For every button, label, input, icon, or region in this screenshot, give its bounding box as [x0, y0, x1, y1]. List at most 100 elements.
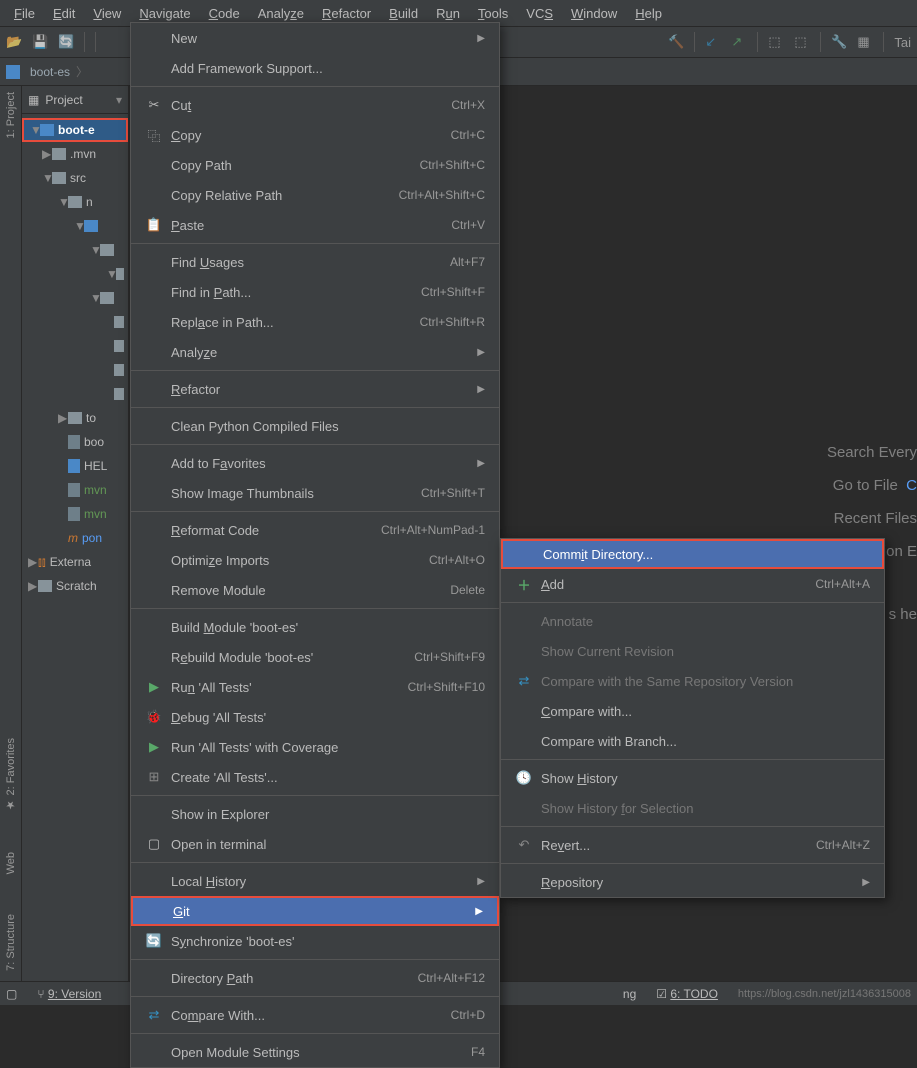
- tree-scratches[interactable]: ▶Scratch: [22, 574, 128, 598]
- menu-code[interactable]: Code: [201, 3, 248, 24]
- rail-project[interactable]: 1: Project: [5, 92, 17, 138]
- tree-file[interactable]: boo: [22, 430, 128, 454]
- menu-tools[interactable]: Tools: [470, 3, 516, 24]
- submenu-compare-branch[interactable]: Compare with Branch...: [501, 726, 884, 756]
- submenu-revert[interactable]: ↶Revert...Ctrl+Alt+Z: [501, 830, 884, 860]
- tree-folder[interactable]: [22, 382, 128, 406]
- menu-directory-path[interactable]: Directory PathCtrl+Alt+F12: [131, 963, 499, 993]
- menu-git[interactable]: Git▶: [131, 896, 499, 926]
- menu-analyze[interactable]: Analyze▶: [131, 337, 499, 367]
- tree-folder[interactable]: ▼n: [22, 190, 128, 214]
- menu-remove-module[interactable]: Remove ModuleDelete: [131, 575, 499, 605]
- tool-icon[interactable]: ⬚: [768, 34, 784, 50]
- menu-optimize-imports[interactable]: Optimize ImportsCtrl+Alt+O: [131, 545, 499, 575]
- menu-separator: [131, 86, 499, 87]
- menu-help[interactable]: Help: [627, 3, 670, 24]
- menu-open-terminal[interactable]: ▢Open in terminal: [131, 829, 499, 859]
- menu-copy-relative-path[interactable]: Copy Relative PathCtrl+Alt+Shift+C: [131, 180, 499, 210]
- tree-folder[interactable]: ▼: [22, 286, 128, 310]
- status-todo[interactable]: ☑ 6: TODO: [656, 987, 718, 1001]
- menu-debug-all-tests[interactable]: 🐞Debug 'All Tests': [131, 702, 499, 732]
- tool-icon[interactable]: ⬚: [794, 34, 810, 50]
- tree-folder[interactable]: ▶to: [22, 406, 128, 430]
- submenu-repository[interactable]: Repository▶: [501, 867, 884, 897]
- tree-folder[interactable]: ▼: [22, 238, 128, 262]
- menu-open-module-settings[interactable]: Open Module SettingsF4: [131, 1037, 499, 1067]
- tree-root[interactable]: ▼boot-e: [22, 118, 128, 142]
- open-icon[interactable]: 📂: [6, 34, 22, 50]
- breadcrumb-root[interactable]: boot-es: [30, 65, 70, 79]
- tree-file[interactable]: mvn: [22, 502, 128, 526]
- menu-add-framework[interactable]: Add Framework Support...: [131, 53, 499, 83]
- menu-create-tests[interactable]: ⊞Create 'All Tests'...: [131, 762, 499, 792]
- rail-favorites[interactable]: ★ 2: Favorites: [4, 738, 17, 812]
- menu-new[interactable]: New▶: [131, 23, 499, 53]
- submenu-commit-directory[interactable]: Commit Directory...: [501, 539, 884, 569]
- project-tree[interactable]: ▼boot-e ▶.mvn ▼src ▼n ▼ ▼ ▼ ▼ ▶to boo HE…: [22, 114, 128, 602]
- settings-icon[interactable]: 🔧: [831, 34, 847, 50]
- sync-icon[interactable]: 🔄: [58, 34, 74, 50]
- menu-navigate[interactable]: Navigate: [131, 3, 198, 24]
- menu-copy-path[interactable]: Copy PathCtrl+Shift+C: [131, 150, 499, 180]
- menu-file[interactable]: File: [6, 3, 43, 24]
- menu-local-history[interactable]: Local History▶: [131, 866, 499, 896]
- tree-file[interactable]: HEL: [22, 454, 128, 478]
- submenu-compare-with[interactable]: Compare with...: [501, 696, 884, 726]
- menu-refactor[interactable]: Refactor: [314, 3, 379, 24]
- statusbar-square-icon[interactable]: ▢: [6, 987, 17, 1001]
- project-panel-header[interactable]: ▦ Project ▾: [22, 86, 128, 114]
- menu-synchronize[interactable]: 🔄Synchronize 'boot-es': [131, 926, 499, 956]
- structure-icon[interactable]: ▦: [857, 34, 873, 50]
- menu-vcs[interactable]: VCS: [518, 3, 561, 24]
- menu-window[interactable]: Window: [563, 3, 625, 24]
- menu-refactor[interactable]: Refactor▶: [131, 374, 499, 404]
- submenu-add[interactable]: ＋AddCtrl+Alt+A: [501, 569, 884, 599]
- rail-structure[interactable]: 7: Structure: [5, 914, 17, 971]
- status-running[interactable]: ng: [623, 987, 636, 1001]
- menu-clean-python[interactable]: Clean Python Compiled Files: [131, 411, 499, 441]
- menu-paste[interactable]: 📋PasteCtrl+V: [131, 210, 499, 240]
- menu-separator: [501, 826, 884, 827]
- git-submenu[interactable]: Commit Directory... ＋AddCtrl+Alt+A Annot…: [500, 538, 885, 898]
- menu-show-explorer[interactable]: Show in Explorer: [131, 799, 499, 829]
- rail-web[interactable]: Web: [5, 852, 17, 874]
- context-menu[interactable]: New▶ Add Framework Support... ✂CutCtrl+X…: [130, 22, 500, 1068]
- menu-analyze[interactable]: Analyze: [250, 3, 312, 24]
- submenu-show-history[interactable]: 🕓Show History: [501, 763, 884, 793]
- status-version[interactable]: ⑂ 9: Version: [37, 987, 101, 1001]
- menu-thumbnails[interactable]: Show Image ThumbnailsCtrl+Shift+T: [131, 478, 499, 508]
- menu-edit[interactable]: Edit: [45, 3, 83, 24]
- create-icon: ⊞: [145, 769, 163, 785]
- tree-folder[interactable]: ▶.mvn: [22, 142, 128, 166]
- tree-folder[interactable]: [22, 358, 128, 382]
- tree-folder[interactable]: ▼src: [22, 166, 128, 190]
- vcs-update-icon[interactable]: ↙: [705, 34, 721, 50]
- menu-find-in-path[interactable]: Find in Path...Ctrl+Shift+F: [131, 277, 499, 307]
- menu-find-usages[interactable]: Find UsagesAlt+F7: [131, 247, 499, 277]
- build-icon[interactable]: 🔨: [668, 34, 684, 50]
- menu-replace-in-path[interactable]: Replace in Path...Ctrl+Shift+R: [131, 307, 499, 337]
- menu-build-module[interactable]: Build Module 'boot-es': [131, 612, 499, 642]
- vcs-commit-icon[interactable]: ↗: [731, 34, 747, 50]
- menu-run-all-tests[interactable]: ▶Run 'All Tests'Ctrl+Shift+F10: [131, 672, 499, 702]
- menu-run[interactable]: Run: [428, 3, 468, 24]
- menu-build[interactable]: Build: [381, 3, 426, 24]
- toolbar-text[interactable]: Tai: [894, 35, 911, 50]
- dropdown-icon[interactable]: ▾: [116, 93, 122, 107]
- menu-view[interactable]: View: [85, 3, 129, 24]
- menu-separator: [131, 511, 499, 512]
- menu-reformat[interactable]: Reformat CodeCtrl+Alt+NumPad-1: [131, 515, 499, 545]
- tree-file[interactable]: mvn: [22, 478, 128, 502]
- tree-folder[interactable]: [22, 334, 128, 358]
- menu-add-favorites[interactable]: Add to Favorites▶: [131, 448, 499, 478]
- menu-rebuild-module[interactable]: Rebuild Module 'boot-es'Ctrl+Shift+F9: [131, 642, 499, 672]
- menu-copy[interactable]: ⿻CopyCtrl+C: [131, 120, 499, 150]
- menu-cut[interactable]: ✂CutCtrl+X: [131, 90, 499, 120]
- save-icon[interactable]: 💾: [32, 34, 48, 50]
- tree-file[interactable]: mpon: [22, 526, 128, 550]
- tree-external[interactable]: ▶⫾⫾Externa: [22, 550, 128, 574]
- tree-folder[interactable]: ▼: [22, 262, 128, 286]
- tree-folder[interactable]: ▼: [22, 214, 128, 238]
- tree-folder[interactable]: [22, 310, 128, 334]
- menu-coverage[interactable]: ▶Run 'All Tests' with Coverage: [131, 732, 499, 762]
